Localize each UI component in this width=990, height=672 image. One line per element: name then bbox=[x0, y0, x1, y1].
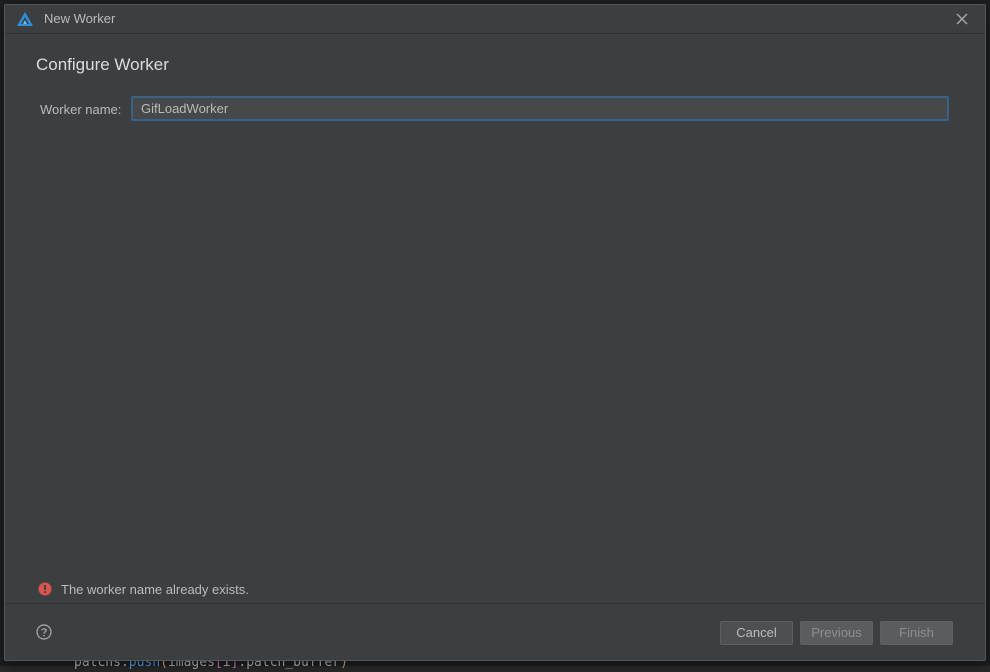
dialog-titlebar[interactable]: New Worker bbox=[5, 5, 985, 34]
previous-button[interactable]: Previous bbox=[800, 621, 873, 645]
footer-divider bbox=[5, 603, 985, 604]
help-icon[interactable] bbox=[36, 624, 52, 640]
error-icon bbox=[38, 582, 52, 596]
harmonyos-devstudio-logo-icon bbox=[17, 12, 33, 26]
new-worker-dialog: New Worker Configure Worker Worker name:… bbox=[4, 4, 986, 661]
error-message: The worker name already exists. bbox=[61, 581, 249, 597]
cancel-button[interactable]: Cancel bbox=[720, 621, 793, 645]
worker-name-label: Worker name: bbox=[40, 102, 122, 117]
page-title: Configure Worker bbox=[36, 55, 169, 74]
dialog-title: New Worker bbox=[44, 11, 116, 26]
close-icon[interactable] bbox=[953, 10, 971, 28]
validation-error: The worker name already exists. bbox=[38, 580, 249, 598]
worker-name-input[interactable] bbox=[131, 96, 949, 121]
finish-button[interactable]: Finish bbox=[880, 621, 953, 645]
